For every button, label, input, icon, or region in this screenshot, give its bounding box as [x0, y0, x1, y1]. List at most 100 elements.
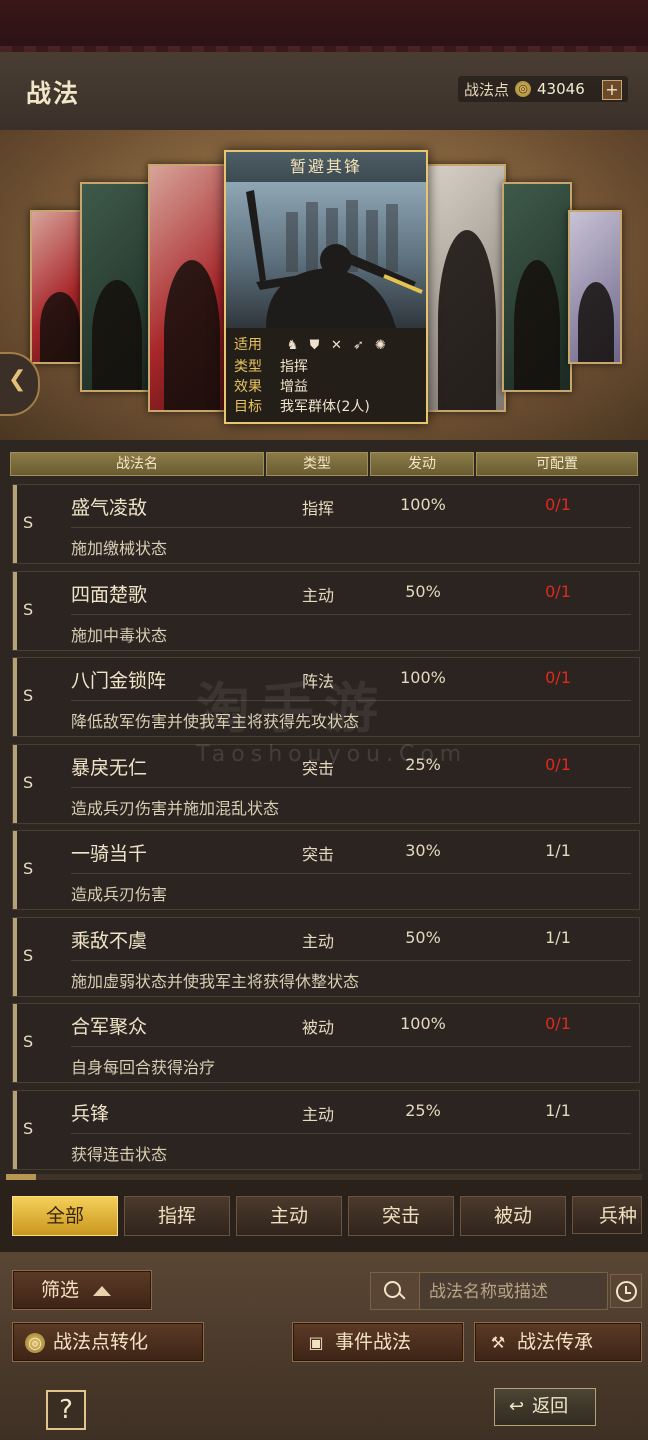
- skill-row[interactable]: S 四面楚歌 主动 50% 0/1 施加中毒状态: [12, 570, 640, 651]
- skill-name: 暴戾无仁: [71, 756, 148, 779]
- column-header-rate[interactable]: 发动: [370, 452, 474, 476]
- wheel-icon: ✺: [375, 338, 386, 353]
- cavalry-icon: ♞: [286, 338, 299, 353]
- row-divider: [71, 873, 631, 874]
- back-button[interactable]: ↩ 返回: [494, 1388, 596, 1426]
- row-accent-bar: [13, 485, 17, 563]
- skill-card-thumb[interactable]: [502, 182, 572, 392]
- skill-description: 施加中毒状态: [71, 625, 168, 645]
- tab-troop[interactable]: 兵种: [572, 1196, 642, 1234]
- page-title: 战法: [26, 79, 81, 108]
- tab-active[interactable]: 主动: [236, 1196, 342, 1236]
- skill-points-label: 战法点: [464, 80, 510, 99]
- skill-name: 盛气凌敌: [71, 497, 148, 519]
- skill-type: 被动: [301, 1018, 334, 1037]
- skill-type: 主动: [301, 931, 334, 951]
- skill-config: 0/1: [545, 1014, 571, 1033]
- skill-name: 一骑当千: [71, 843, 148, 865]
- row-accent-bar: [13, 1090, 17, 1169]
- help-button[interactable]: ?: [46, 1390, 86, 1430]
- search-input[interactable]: [427, 1277, 607, 1307]
- skill-description: 施加缴械状态: [71, 539, 168, 558]
- featured-skill-info: 适用 ♞ ⛊ ✕ ➶ ✺ 类型 指挥 效果 增益 目标 我军群体(2人): [226, 328, 426, 422]
- skill-row[interactable]: S 盛气凌敌 指挥 100% 0/1 施加缴械状态: [12, 484, 640, 564]
- watermark: 淘手游: [196, 677, 388, 740]
- skill-description: 造成兵刃伤害: [71, 885, 168, 904]
- info-row-applicable: 适用 ♞ ⛊ ✕ ➶ ✺: [234, 334, 394, 354]
- skill-grade: S: [23, 772, 34, 792]
- skill-rate: 50%: [405, 927, 441, 947]
- skill-points-display: 战法点 ◎ 43046 +: [458, 76, 628, 102]
- skill-grade: S: [23, 859, 34, 878]
- skill-card-thumb[interactable]: [148, 164, 228, 412]
- skill-config: 0/1: [545, 668, 571, 687]
- row-accent-bar: [13, 658, 17, 736]
- soldiers-illustration: [246, 190, 423, 328]
- skill-card-thumb[interactable]: [426, 164, 506, 412]
- skill-grade: S: [23, 686, 34, 705]
- list-scrollbar[interactable]: [6, 1174, 642, 1180]
- info-row-target: 目标 我军群体(2人): [234, 399, 370, 415]
- header: 战法 战法点 ◎ 43046 +: [0, 52, 648, 132]
- column-header-config[interactable]: 可配置: [476, 452, 638, 476]
- skill-card-thumb[interactable]: [30, 210, 86, 364]
- skill-inherit-button[interactable]: ⚒ 战法传承: [474, 1322, 642, 1362]
- skill-description: 获得连击状态: [71, 1144, 168, 1164]
- skill-grade: S: [23, 1118, 34, 1138]
- row-accent-bar: [13, 831, 17, 909]
- skill-rate: 25%: [405, 1100, 441, 1120]
- info-row-effect: 效果 增益: [234, 379, 308, 395]
- chevron-icon: ❮: [8, 367, 27, 392]
- skill-type: 指挥: [301, 499, 334, 518]
- search-field[interactable]: [370, 1272, 608, 1310]
- skill-row[interactable]: S 乘敌不虞 主动 50% 1/1 施加虚弱状态并使我军主将获得休整状态: [12, 916, 640, 997]
- skill-config: 1/1: [545, 841, 571, 860]
- watermark-sub: Taoshouyou.Com: [196, 742, 468, 767]
- skill-config: 0/1: [545, 581, 571, 601]
- row-divider: [71, 959, 631, 961]
- tab-passive[interactable]: 被动: [460, 1196, 566, 1236]
- skill-row[interactable]: S 一骑当千 突击 30% 1/1 造成兵刃伤害: [12, 830, 640, 910]
- search-icon[interactable]: [371, 1273, 420, 1309]
- skill-description: 施加虚弱状态并使我军主将获得休整状态: [71, 971, 360, 991]
- category-tabs: 全部 指挥 主动 突击 被动 兵种: [0, 1186, 648, 1246]
- skill-config: 1/1: [545, 1100, 571, 1120]
- row-divider: [71, 527, 631, 528]
- skill-grade: S: [23, 1032, 34, 1051]
- skill-type: 主动: [301, 1104, 334, 1124]
- coin-icon: ◎: [515, 81, 532, 97]
- convert-points-button[interactable]: ◎ 战法点转化: [12, 1322, 204, 1362]
- return-arrow-icon: ↩: [509, 1396, 525, 1417]
- skill-row[interactable]: S 兵锋 主动 25% 1/1 获得连击状态: [12, 1089, 640, 1170]
- column-header-name[interactable]: 战法名: [10, 452, 264, 476]
- skill-name: 乘敌不虞: [71, 929, 148, 952]
- row-accent-bar: [13, 917, 17, 996]
- skill-description: 造成兵刃伤害并施加混乱状态: [71, 798, 280, 818]
- skill-card-thumb[interactable]: [80, 182, 152, 392]
- skill-row[interactable]: S 合军聚众 被动 100% 0/1 自身每回合获得治疗: [12, 1003, 640, 1083]
- tab-assault[interactable]: 突击: [348, 1196, 454, 1236]
- column-header-type[interactable]: 类型: [266, 452, 368, 476]
- row-divider: [71, 613, 631, 615]
- skill-rate: 100%: [400, 668, 446, 687]
- skill-card-thumb[interactable]: [568, 210, 622, 364]
- coin-icon: ◎: [25, 1332, 45, 1353]
- event-skills-button[interactable]: ▣ 事件战法: [292, 1322, 464, 1362]
- skill-name: 合军聚众: [71, 1016, 148, 1038]
- history-clock-icon[interactable]: [610, 1274, 642, 1308]
- bow-icon: ✕: [331, 338, 342, 353]
- skill-rate: 30%: [405, 841, 441, 860]
- skill-rate: 100%: [400, 495, 446, 514]
- skill-rate: 50%: [405, 581, 441, 601]
- filter-button[interactable]: 筛选: [12, 1270, 152, 1310]
- tab-command[interactable]: 指挥: [124, 1196, 230, 1236]
- skill-points-value: 43046: [537, 80, 585, 98]
- featured-skill-card[interactable]: 暂避其锋 适用 ♞ ⛊ ✕ ➶ ✺ 类型 指挥 效果 增益 目标 我军群体(2人…: [224, 150, 428, 424]
- tab-all[interactable]: 全部: [12, 1196, 118, 1236]
- row-divider: [71, 786, 631, 788]
- row-accent-bar: [13, 1004, 17, 1082]
- scroll-thumb[interactable]: [6, 1174, 36, 1180]
- skill-type: 主动: [301, 585, 334, 605]
- add-points-button[interactable]: +: [602, 80, 622, 100]
- row-divider: [71, 1046, 631, 1047]
